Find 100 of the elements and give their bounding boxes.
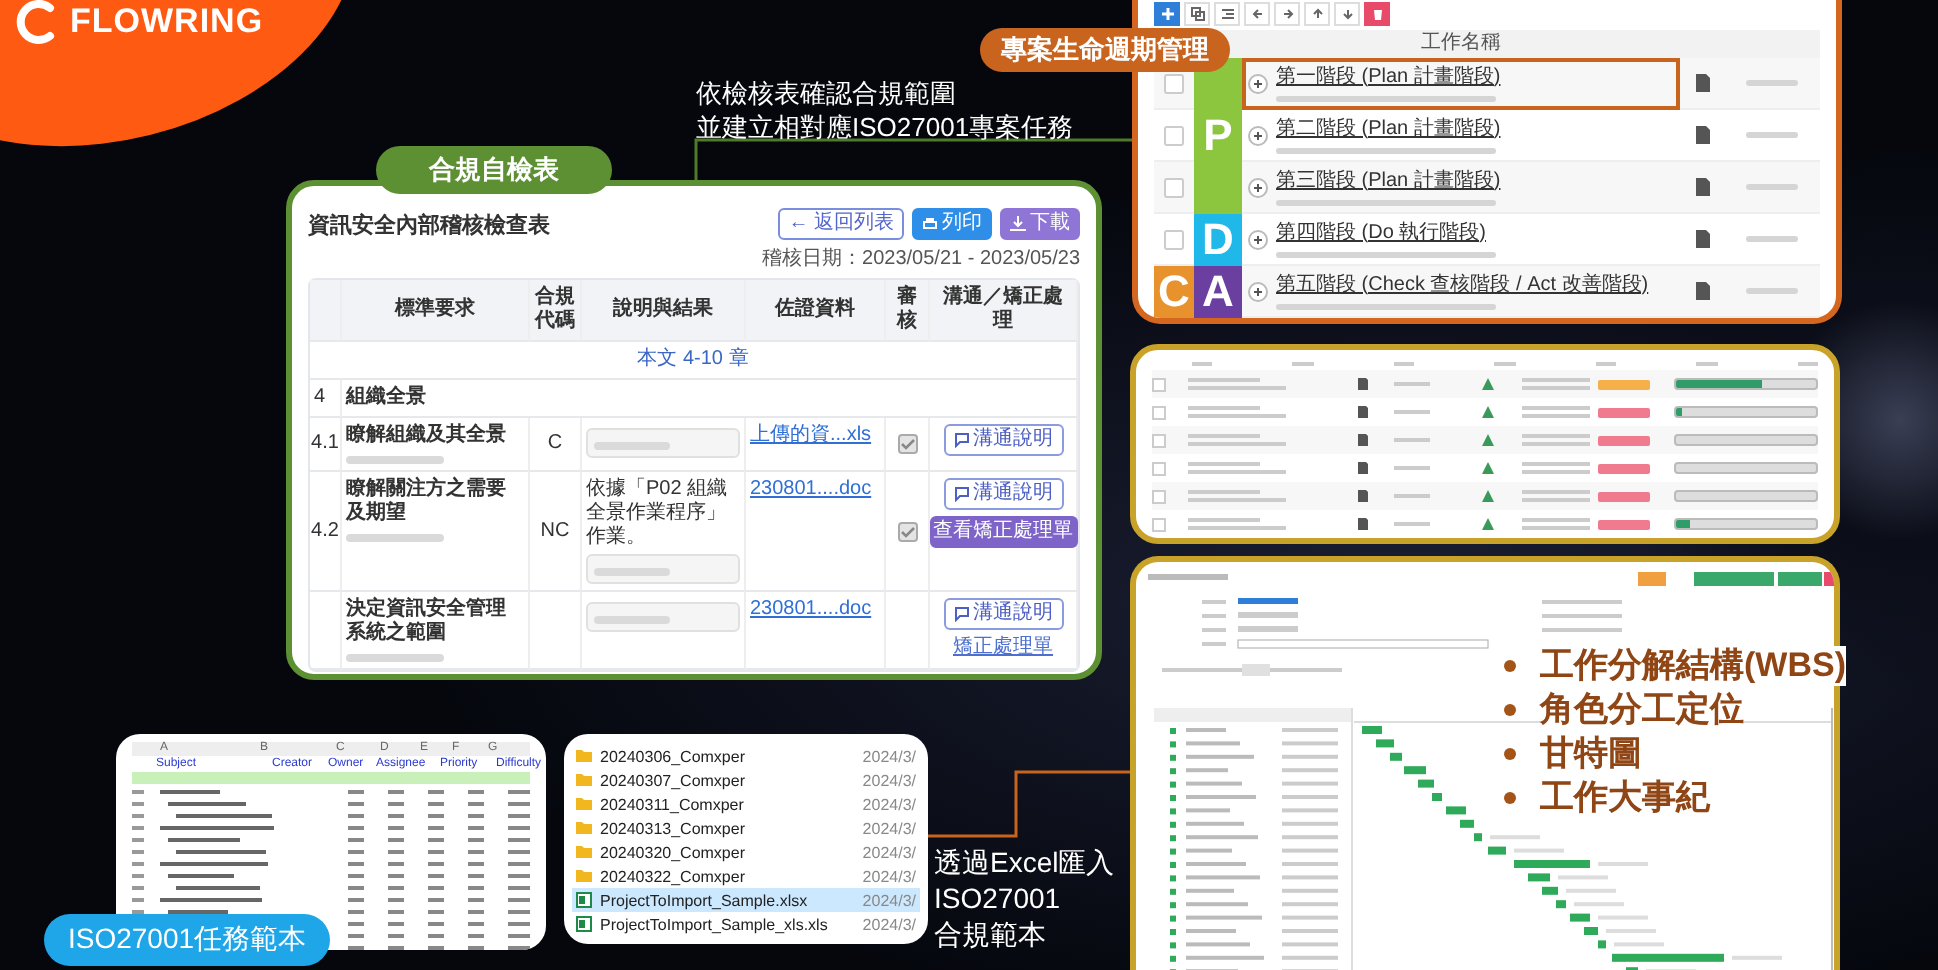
placeholder-line xyxy=(1490,835,1540,840)
pdca-letter: C xyxy=(1154,266,1194,318)
placeholder-line xyxy=(346,654,444,662)
phase-title[interactable]: 第四階段 (Do 執行階段) xyxy=(1276,221,1496,245)
file-link[interactable]: 230801....doc xyxy=(750,478,872,502)
gantt-bar[interactable] xyxy=(1542,886,1558,895)
phase-title[interactable]: 第五階段 (Check 查核階段 / Act 改善階段) xyxy=(1276,273,1649,297)
copy-button[interactable] xyxy=(1184,2,1210,26)
gantt-bar[interactable] xyxy=(1528,873,1550,882)
placeholder-line xyxy=(1188,378,1261,382)
row-checkbox[interactable] xyxy=(1164,73,1184,93)
document-icon xyxy=(1695,126,1709,144)
table-cell: C xyxy=(530,418,582,472)
file-row[interactable]: 20240307_Comxper 2024/3/ xyxy=(572,768,920,792)
file-date: 2024/3/ xyxy=(862,915,916,933)
placeholder-line xyxy=(1188,414,1286,418)
gantt-bar[interactable] xyxy=(1474,833,1482,842)
gantt-bar[interactable] xyxy=(1446,806,1466,815)
explain-button[interactable]: 溝通說明 xyxy=(943,598,1063,630)
file-row[interactable]: 20240313_Comxper 2024/3/ xyxy=(572,816,920,840)
file-name: 20240306_Comxper xyxy=(600,747,747,765)
gantt-bar[interactable] xyxy=(1598,940,1606,949)
gantt-bar[interactable] xyxy=(1556,900,1566,909)
placeholder-line xyxy=(1522,406,1590,410)
caption-text: 依檢核表確認合規範圍 並建立相對應ISO27001專案任務 xyxy=(696,76,1074,144)
file-row[interactable]: ProjectToImport_Sample.xlsx 2024/3/ xyxy=(572,888,920,912)
placeholder-line xyxy=(1394,466,1430,470)
row-checkbox[interactable] xyxy=(1164,125,1184,145)
gantt-bar[interactable] xyxy=(1432,793,1442,801)
column-header: 合規代碼 xyxy=(530,280,582,342)
chat-icon xyxy=(953,486,969,502)
placeholder-line xyxy=(1746,80,1798,86)
file-link[interactable]: 230801....doc xyxy=(750,598,872,622)
gantt-bar[interactable] xyxy=(1612,953,1724,962)
placeholder-line xyxy=(1522,462,1590,466)
file-row[interactable]: 20240311_Comxper 2024/3/ xyxy=(572,792,920,816)
move-down-button[interactable] xyxy=(1334,2,1360,26)
row-checkbox[interactable] xyxy=(1152,461,1166,475)
table-cell: NC xyxy=(530,472,582,592)
pdca-letter: D xyxy=(1194,214,1242,266)
move-left-icon xyxy=(1249,6,1265,22)
file-date: 2024/3/ xyxy=(862,795,916,813)
file-date: 2024/3/ xyxy=(862,891,916,909)
row-checkbox[interactable] xyxy=(1152,433,1166,447)
document-icon xyxy=(1358,490,1368,502)
file-name: ProjectToImport_Sample.xlsx xyxy=(600,891,810,909)
explain-button[interactable]: 溝通說明 xyxy=(943,424,1063,456)
gantt-bar[interactable] xyxy=(1514,860,1590,868)
file-row[interactable]: ProjectToImport_Sample_xls.xls 2024/3/ xyxy=(572,912,920,936)
phase-title[interactable]: 第一階段 (Plan 計畫階段) xyxy=(1276,65,1501,89)
placeholder-line xyxy=(1188,462,1261,466)
chapter-range: 本文 4-10 章 xyxy=(310,342,1078,380)
move-left-button[interactable] xyxy=(1244,2,1270,26)
gantt-bar[interactable] xyxy=(1488,846,1506,855)
indent-button[interactable] xyxy=(1214,2,1240,26)
review-checkbox[interactable] xyxy=(897,434,917,454)
document-icon xyxy=(1695,74,1709,92)
corrective-action-button[interactable]: 查看矯正處理單 xyxy=(929,516,1077,548)
move-up-button[interactable] xyxy=(1304,2,1330,26)
row-checkbox[interactable] xyxy=(1152,517,1166,531)
move-right-button[interactable] xyxy=(1274,2,1300,26)
placeholder-line xyxy=(1746,288,1798,294)
phase-title[interactable]: 第二階段 (Plan 計畫階段) xyxy=(1276,117,1501,141)
review-checkbox[interactable] xyxy=(897,521,917,541)
row-checkbox[interactable] xyxy=(1152,405,1166,419)
gantt-bar[interactable] xyxy=(1570,913,1590,922)
file-row[interactable]: 20240306_Comxper 2024/3/ xyxy=(572,744,920,768)
gantt-bar[interactable] xyxy=(1404,766,1426,775)
gantt-bar[interactable] xyxy=(1362,726,1382,734)
placeholder-line xyxy=(1574,902,1624,907)
gantt-bar[interactable] xyxy=(1584,927,1598,935)
file-row[interactable]: 20240320_Comxper 2024/3/ xyxy=(572,840,920,864)
indent-icon xyxy=(1219,6,1235,22)
gantt-bar[interactable] xyxy=(1376,739,1394,748)
document-icon xyxy=(1358,462,1368,474)
back-button[interactable]: ← 返回列表 xyxy=(778,208,904,240)
row-checkbox[interactable] xyxy=(1164,177,1184,197)
row-checkbox[interactable] xyxy=(1152,377,1166,391)
expand-icon xyxy=(1248,177,1268,197)
feature-item: 工作分解結構(WBS) xyxy=(1540,646,1846,686)
file-link[interactable]: 上傳的資...xls xyxy=(750,424,872,448)
gantt-bar[interactable] xyxy=(1418,779,1434,788)
download-button[interactable]: 下載 xyxy=(1000,208,1080,240)
row-checkbox[interactable] xyxy=(1152,489,1166,503)
gantt-bar[interactable] xyxy=(1390,752,1402,761)
explain-button[interactable]: 溝通說明 xyxy=(943,478,1063,510)
placeholder-line xyxy=(1188,498,1286,502)
placeholder-line xyxy=(1188,386,1286,390)
add-button[interactable] xyxy=(1154,2,1180,26)
pdca-letter: A xyxy=(1194,266,1242,318)
placeholder-line xyxy=(1522,378,1590,382)
delete-button[interactable] xyxy=(1364,2,1390,26)
gantt-bar[interactable] xyxy=(1460,819,1474,828)
row-checkbox[interactable] xyxy=(1164,229,1184,249)
phase-title[interactable]: 第三階段 (Plan 計畫階段) xyxy=(1276,169,1501,193)
add-icon xyxy=(1159,6,1175,22)
chat-icon xyxy=(953,432,969,448)
file-row[interactable]: 20240322_Comxper 2024/3/ xyxy=(572,864,920,888)
corrective-action-link[interactable]: 矯正處理單 xyxy=(953,636,1053,660)
column-header: 溝通／矯正處理 xyxy=(930,280,1078,342)
